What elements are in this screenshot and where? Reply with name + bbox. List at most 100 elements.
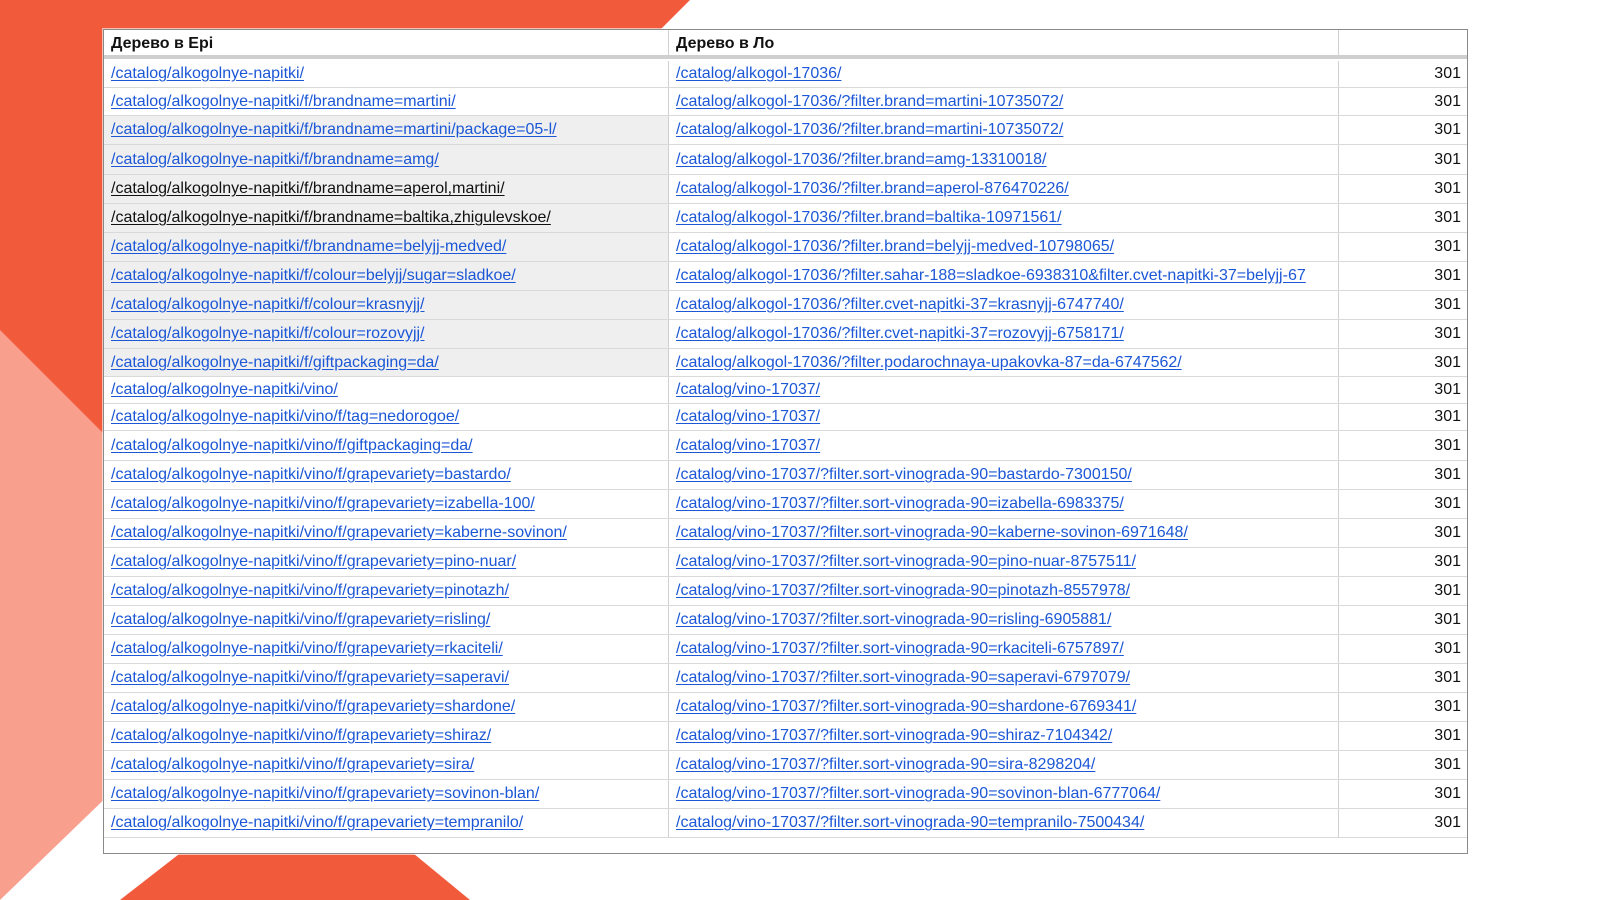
- lo-url-link[interactable]: /catalog/alkogol-17036/?filter.brand=amg…: [676, 151, 1047, 169]
- epi-url-link[interactable]: /catalog/alkogolnye-napitki/vino/f/grape…: [111, 698, 515, 716]
- cell-status-code[interactable]: 301: [1339, 88, 1467, 115]
- cell-status-code[interactable]: 301: [1339, 519, 1467, 547]
- cell-status-code[interactable]: 301: [1339, 461, 1467, 489]
- lo-url-link[interactable]: /catalog/vino-17037/?filter.sort-vinogra…: [676, 466, 1132, 484]
- cell-status-code[interactable]: 301: [1339, 320, 1467, 348]
- table-row[interactable]: /catalog/alkogolnye-napitki/vino/f/grape…: [104, 693, 1467, 722]
- cell-lo-url[interactable]: /catalog/vino-17037/?filter.sort-vinogra…: [669, 577, 1339, 605]
- cell-lo-url[interactable]: /catalog/vino-17037/?filter.sort-vinogra…: [669, 490, 1339, 518]
- cell-epi-url[interactable]: /catalog/alkogolnye-napitki/f/brandname=…: [104, 175, 669, 203]
- cell-status-code[interactable]: 301: [1339, 664, 1467, 692]
- table-row[interactable]: /catalog/alkogolnye-napitki/vino/f/grape…: [104, 490, 1467, 519]
- cell-epi-url[interactable]: /catalog/alkogolnye-napitki/f/brandname=…: [104, 233, 669, 261]
- table-row[interactable]: /catalog/alkogolnye-napitki/vino/f/grape…: [104, 751, 1467, 780]
- table-row[interactable]: /catalog/alkogolnye-napitki/vino/f/grape…: [104, 461, 1467, 490]
- cell-epi-url[interactable]: /catalog/alkogolnye-napitki/vino/f/grape…: [104, 519, 669, 547]
- lo-url-link[interactable]: /catalog/alkogol-17036/?filter.brand=mar…: [676, 121, 1063, 139]
- cell-status-code[interactable]: 301: [1339, 490, 1467, 518]
- epi-url-link[interactable]: /catalog/alkogolnye-napitki/vino/f/grape…: [111, 669, 509, 687]
- cell-epi-url[interactable]: /catalog/alkogolnye-napitki/f/colour=bel…: [104, 262, 669, 290]
- cell-lo-url[interactable]: /catalog/alkogol-17036/?filter.podarochn…: [669, 349, 1339, 376]
- table-row[interactable]: /catalog/alkogolnye-napitki/vino/f/grape…: [104, 548, 1467, 577]
- cell-status-code[interactable]: 301: [1339, 404, 1467, 430]
- lo-url-link[interactable]: /catalog/vino-17037/: [676, 408, 820, 426]
- cell-lo-url[interactable]: /catalog/vino-17037/?filter.sort-vinogra…: [669, 780, 1339, 808]
- lo-url-link[interactable]: /catalog/vino-17037/?filter.sort-vinogra…: [676, 611, 1111, 629]
- cell-lo-url[interactable]: /catalog/alkogol-17036/?filter.sahar-188…: [669, 262, 1339, 290]
- header-epi-tree[interactable]: Дерево в Epi: [104, 30, 669, 55]
- table-row[interactable]: /catalog/alkogolnye-napitki/f/colour=kra…: [104, 291, 1467, 320]
- cell-status-code[interactable]: 301: [1339, 145, 1467, 174]
- lo-url-link[interactable]: /catalog/alkogol-17036/: [676, 65, 841, 83]
- epi-url-link[interactable]: /catalog/alkogolnye-napitki/f/giftpackag…: [111, 354, 439, 372]
- cell-epi-url[interactable]: /catalog/alkogolnye-napitki/vino/f/grape…: [104, 635, 669, 663]
- epi-url-link[interactable]: /catalog/alkogolnye-napitki/vino/f/tag=n…: [111, 408, 459, 426]
- epi-url-link[interactable]: /catalog/alkogolnye-napitki/vino/f/grape…: [111, 582, 509, 600]
- epi-url-link[interactable]: /catalog/alkogolnye-napitki/f/colour=kra…: [111, 296, 425, 314]
- table-row[interactable]: /catalog/alkogolnye-napitki/f/colour=bel…: [104, 262, 1467, 291]
- cell-lo-url[interactable]: /catalog/alkogol-17036/?filter.cvet-napi…: [669, 320, 1339, 348]
- epi-url-link[interactable]: /catalog/alkogolnye-napitki/vino/f/grape…: [111, 727, 491, 745]
- cell-epi-url[interactable]: /catalog/alkogolnye-napitki/vino/f/grape…: [104, 577, 669, 605]
- table-row[interactable]: /catalog/alkogolnye-napitki/f/brandname=…: [104, 204, 1467, 233]
- cell-status-code[interactable]: 301: [1339, 606, 1467, 634]
- cell-status-code[interactable]: 301: [1339, 233, 1467, 261]
- cell-epi-url[interactable]: /catalog/alkogolnye-napitki/vino/f/grape…: [104, 722, 669, 750]
- epi-url-link[interactable]: /catalog/alkogolnye-napitki/vino/f/grape…: [111, 756, 474, 774]
- lo-url-link[interactable]: /catalog/vino-17037/?filter.sort-vinogra…: [676, 495, 1124, 513]
- cell-status-code[interactable]: 301: [1339, 635, 1467, 663]
- cell-status-code[interactable]: 301: [1339, 548, 1467, 576]
- cell-epi-url[interactable]: /catalog/alkogolnye-napitki/vino/f/grape…: [104, 809, 669, 837]
- cell-epi-url[interactable]: /catalog/alkogolnye-napitki/vino/f/giftp…: [104, 431, 669, 460]
- lo-url-link[interactable]: /catalog/vino-17037/?filter.sort-vinogra…: [676, 640, 1124, 658]
- cell-status-code[interactable]: 301: [1339, 291, 1467, 319]
- cell-lo-url[interactable]: /catalog/alkogol-17036/: [669, 61, 1339, 87]
- table-row[interactable]: /catalog/alkogolnye-napitki/vino/f/grape…: [104, 780, 1467, 809]
- lo-url-link[interactable]: /catalog/vino-17037/: [676, 437, 820, 455]
- epi-url-link[interactable]: /catalog/alkogolnye-napitki/vino/f/grape…: [111, 524, 567, 542]
- lo-url-link[interactable]: /catalog/vino-17037/?filter.sort-vinogra…: [676, 785, 1160, 803]
- epi-url-link[interactable]: /catalog/alkogolnye-napitki/vino/f/grape…: [111, 495, 535, 513]
- table-row[interactable]: /catalog/alkogolnye-napitki/vino/f/grape…: [104, 722, 1467, 751]
- epi-url-link[interactable]: /catalog/alkogolnye-napitki/f/colour=roz…: [111, 325, 425, 343]
- cell-status-code[interactable]: 301: [1339, 204, 1467, 232]
- lo-url-link[interactable]: /catalog/alkogol-17036/?filter.brand=ape…: [676, 180, 1069, 198]
- lo-url-link[interactable]: /catalog/alkogol-17036/?filter.brand=bel…: [676, 238, 1114, 256]
- cell-epi-url[interactable]: /catalog/alkogolnye-napitki/vino/f/grape…: [104, 664, 669, 692]
- cell-lo-url[interactable]: /catalog/alkogol-17036/?filter.brand=mar…: [669, 116, 1339, 144]
- cell-epi-url[interactable]: /catalog/alkogolnye-napitki/vino/f/grape…: [104, 490, 669, 518]
- cell-lo-url[interactable]: /catalog/alkogol-17036/?filter.brand=amg…: [669, 145, 1339, 174]
- table-row[interactable]: /catalog/alkogolnye-napitki/f/brandname=…: [104, 233, 1467, 262]
- lo-url-link[interactable]: /catalog/vino-17037/?filter.sort-vinogra…: [676, 582, 1130, 600]
- cell-lo-url[interactable]: /catalog/vino-17037/?filter.sort-vinogra…: [669, 461, 1339, 489]
- table-row[interactable]: /catalog/alkogolnye-napitki/f/brandname=…: [104, 145, 1467, 175]
- cell-lo-url[interactable]: /catalog/vino-17037/: [669, 431, 1339, 460]
- cell-lo-url[interactable]: /catalog/vino-17037/: [669, 404, 1339, 430]
- lo-url-link[interactable]: /catalog/vino-17037/?filter.sort-vinogra…: [676, 814, 1144, 832]
- lo-url-link[interactable]: /catalog/vino-17037/: [676, 381, 820, 399]
- epi-url-link[interactable]: /catalog/alkogolnye-napitki/vino/f/grape…: [111, 466, 511, 484]
- epi-url-link[interactable]: /catalog/alkogolnye-napitki/vino/f/grape…: [111, 611, 490, 629]
- lo-url-link[interactable]: /catalog/vino-17037/?filter.sort-vinogra…: [676, 524, 1188, 542]
- lo-url-link[interactable]: /catalog/vino-17037/?filter.sort-vinogra…: [676, 669, 1130, 687]
- cell-status-code[interactable]: 301: [1339, 349, 1467, 376]
- cell-epi-url[interactable]: /catalog/alkogolnye-napitki/vino/f/grape…: [104, 606, 669, 634]
- cell-lo-url[interactable]: /catalog/alkogol-17036/?filter.brand=bel…: [669, 233, 1339, 261]
- cell-status-code[interactable]: 301: [1339, 693, 1467, 721]
- cell-epi-url[interactable]: /catalog/alkogolnye-napitki/f/colour=roz…: [104, 320, 669, 348]
- epi-url-link[interactable]: /catalog/alkogolnye-napitki/vino/f/grape…: [111, 785, 539, 803]
- lo-url-link[interactable]: /catalog/alkogol-17036/?filter.sahar-188…: [676, 267, 1306, 285]
- cell-status-code[interactable]: 301: [1339, 431, 1467, 460]
- cell-epi-url[interactable]: /catalog/alkogolnye-napitki/f/brandname=…: [104, 145, 669, 174]
- lo-url-link[interactable]: /catalog/alkogol-17036/?filter.cvet-napi…: [676, 296, 1124, 314]
- epi-url-link[interactable]: /catalog/alkogolnye-napitki/f/brandname=…: [111, 93, 456, 111]
- cell-epi-url[interactable]: /catalog/alkogolnye-napitki/f/colour=kra…: [104, 291, 669, 319]
- cell-status-code[interactable]: 301: [1339, 780, 1467, 808]
- epi-url-link[interactable]: /catalog/alkogolnye-napitki/f/colour=bel…: [111, 267, 516, 285]
- cell-epi-url[interactable]: /catalog/alkogolnye-napitki/: [104, 61, 669, 87]
- lo-url-link[interactable]: /catalog/vino-17037/?filter.sort-vinogra…: [676, 756, 1095, 774]
- table-row[interactable]: /catalog/alkogolnye-napitki/f/brandname=…: [104, 175, 1467, 204]
- cell-lo-url[interactable]: /catalog/alkogol-17036/?filter.brand=mar…: [669, 88, 1339, 115]
- cell-status-code[interactable]: 301: [1339, 722, 1467, 750]
- table-row[interactable]: /catalog/alkogolnye-napitki/f/brandname=…: [104, 116, 1467, 145]
